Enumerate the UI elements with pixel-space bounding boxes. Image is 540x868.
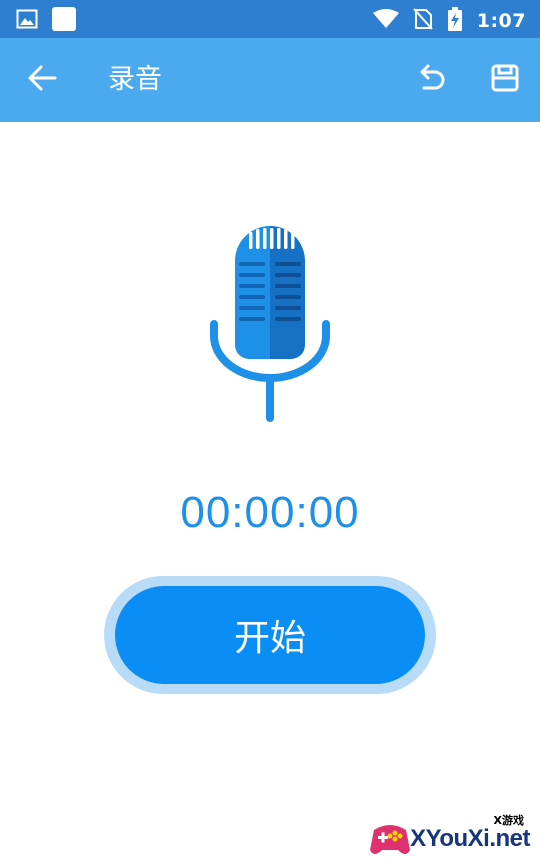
watermark-text: XYouXi.net	[410, 825, 530, 852]
undo-button[interactable]	[411, 60, 451, 100]
gallery-icon	[16, 9, 38, 33]
recording-timer: 00:00:00	[180, 488, 360, 537]
app-bar: 录音	[0, 38, 540, 122]
undo-icon	[415, 64, 447, 96]
wifi-icon	[372, 9, 399, 33]
start-button[interactable]: 开始	[115, 586, 425, 684]
page-title: 录音	[108, 64, 162, 95]
watermark: X游戏 XYouXi.net	[362, 808, 536, 864]
no-sim-icon	[412, 8, 433, 34]
app-square-icon	[52, 7, 76, 35]
battery-charging-icon	[447, 7, 463, 35]
gamepad-logo-icon	[368, 816, 412, 864]
save-button[interactable]	[485, 60, 525, 100]
save-icon	[490, 63, 520, 97]
back-button[interactable]	[22, 60, 62, 100]
microphone-icon	[205, 226, 335, 426]
status-time: 1:07	[476, 10, 526, 32]
status-bar: 1:07	[0, 0, 540, 38]
arrow-left-icon	[27, 65, 57, 95]
